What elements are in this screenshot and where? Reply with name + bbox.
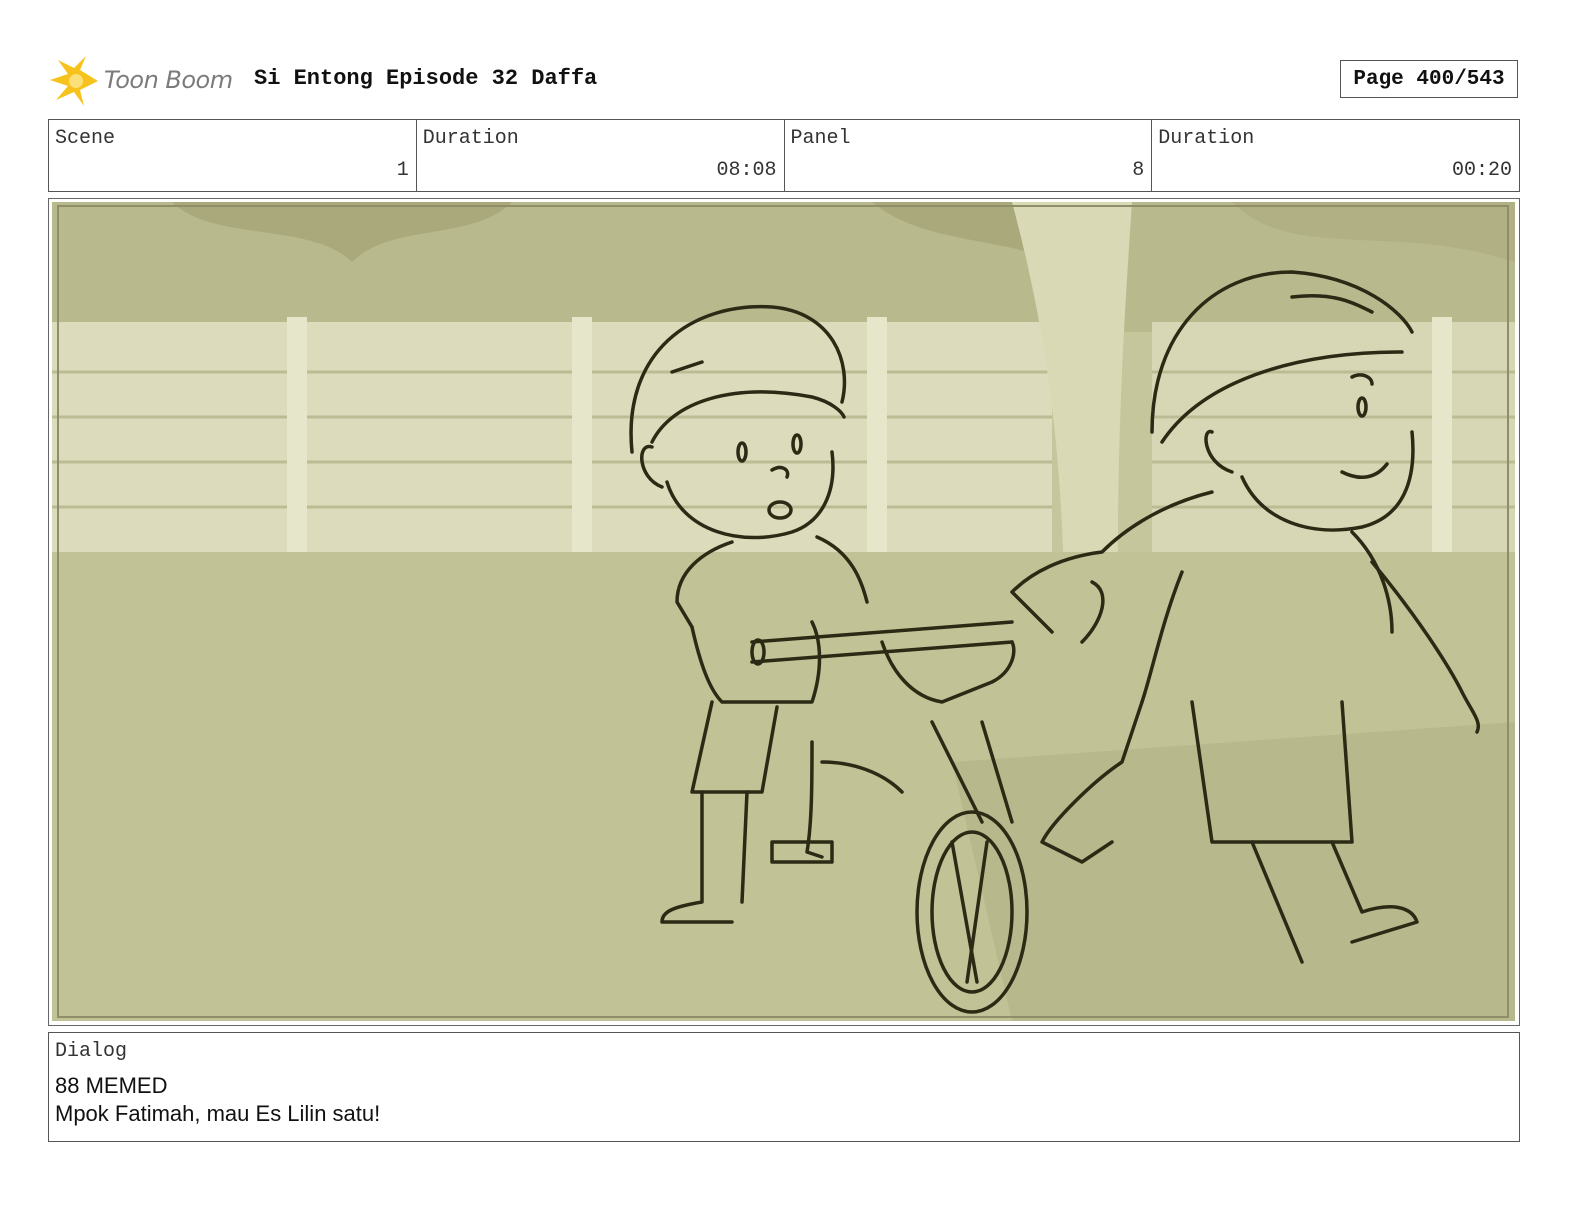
scene-duration-value: 08:08: [716, 159, 777, 182]
panel-duration-label: Duration: [1158, 127, 1255, 150]
scene-value: 1: [396, 159, 409, 182]
document-title: Si Entong Episode 32 Daffa: [254, 66, 598, 91]
logo-text: Toon Boom: [104, 66, 233, 94]
scene-duration-cell: Duration 08:08: [417, 120, 785, 191]
panel-duration-value: 00:20: [1451, 159, 1512, 182]
dialog-label: Dialog: [55, 1040, 128, 1063]
dialog-speaker: 88 MEMED: [55, 1073, 168, 1098]
toon-boom-logo: Toon Boom: [50, 56, 240, 106]
panel-sketch-image: [52, 202, 1515, 1021]
info-row: Scene 1 Duration 08:08 Panel 8 Duration …: [48, 119, 1520, 192]
scene-duration-label: Duration: [422, 127, 519, 150]
dialog-text: Mpok Fatimah, mau Es Lilin satu!: [55, 1101, 381, 1126]
panel-value: 8: [1132, 159, 1145, 182]
dialog-box: Dialog 88 MEMED Mpok Fatimah, mau Es Lil…: [48, 1032, 1520, 1142]
scene-cell: Scene 1: [49, 120, 417, 191]
page-number: Page 400/543: [1340, 60, 1518, 98]
panel-duration-cell: Duration 00:20: [1152, 120, 1519, 191]
panel-cell: Panel 8: [785, 120, 1153, 191]
scene-label: Scene: [55, 127, 116, 150]
starburst-icon: [50, 56, 98, 106]
panel-label: Panel: [790, 127, 851, 150]
storyboard-panel: [48, 198, 1520, 1026]
